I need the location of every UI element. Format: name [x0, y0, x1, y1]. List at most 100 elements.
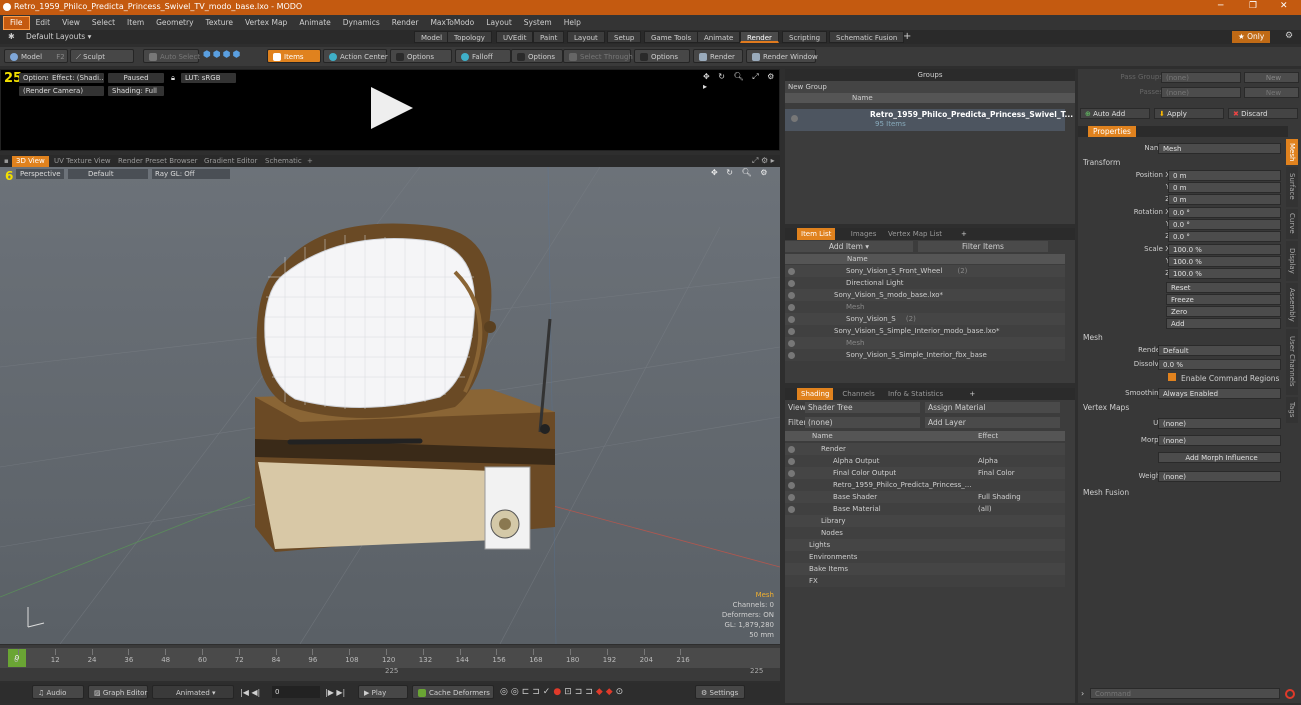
camera-dropdown[interactable]: (Render Camera) [19, 86, 104, 96]
cache-deformers-button[interactable]: Cache Deformers [412, 685, 494, 699]
visibility-icon[interactable] [788, 445, 795, 453]
menu-item[interactable]: Item [121, 15, 150, 30]
viewport-tab-render-preset-browser[interactable]: Render Preset Browser [114, 156, 202, 167]
shading-tab-info-statistics[interactable]: Info & Statistics [884, 388, 947, 400]
passes-dropdown[interactable]: (none) [1161, 87, 1241, 98]
layout-tab-topology[interactable]: Topology [447, 31, 492, 43]
next-key-icons[interactable]: |▶ ▶| [325, 688, 345, 697]
shading-tab-shading[interactable]: Shading [797, 388, 834, 400]
view-dropdown[interactable]: Shader Tree [805, 402, 920, 413]
shader-tree-row[interactable]: FX [785, 575, 1065, 587]
item-list-row[interactable]: Sony_Vision_S_Simple_Interior_fbx_base [785, 349, 1065, 361]
visibility-icon[interactable] [788, 315, 795, 323]
menu-layout[interactable]: Layout [480, 15, 518, 30]
render-window-button[interactable]: Render Window [746, 49, 818, 63]
zero-dropdown[interactable]: Zero [1166, 306, 1281, 317]
shader-tree-row[interactable]: Bake Items [785, 563, 1065, 575]
layout-tab-animate[interactable]: Animate [697, 31, 741, 43]
visibility-icon[interactable] [788, 481, 795, 489]
viewport-expand-icon[interactable]: ⤢ ⚙ ▸ [752, 156, 775, 166]
action-center-button[interactable]: Action Center [323, 49, 388, 63]
shader-tree-row[interactable]: Retro_1959_Philco_Predicta_Princess_... [785, 479, 1065, 491]
visibility-icon[interactable] [788, 351, 795, 359]
layout-tab-paint[interactable]: Paint [533, 31, 565, 43]
item-list-row[interactable]: Mesh [785, 337, 1065, 349]
shader-tree-row[interactable]: Library [785, 515, 1065, 527]
visibility-icon[interactable] [788, 303, 795, 311]
pos-field[interactable]: 0 m [1168, 194, 1281, 205]
options-button-3[interactable]: Options [634, 49, 690, 63]
rot-field[interactable]: 0.0 ° [1168, 231, 1281, 242]
morph-dropdown[interactable]: (none) [1158, 435, 1281, 446]
options-button-2[interactable]: Options [511, 49, 563, 63]
side-tab-tags[interactable]: Tags [1286, 397, 1298, 423]
render-view-controls[interactable]: ✥ ↻ 🔍︎ ⤢ ⚙ ▸ [703, 72, 779, 91]
new-pass-group-button[interactable]: New [1244, 72, 1299, 83]
side-tab-user-channels[interactable]: User Channels [1286, 328, 1298, 395]
layout-tab-render[interactable]: Render [740, 31, 779, 43]
visibility-icon[interactable] [788, 267, 795, 275]
add-item-button[interactable]: Add Item ▾ [785, 241, 913, 252]
layout-tab-model[interactable]: Model [414, 31, 450, 43]
play-button[interactable]: ▶ Play [358, 685, 408, 699]
render-preview[interactable]: 25 Options Effect: (Shadi... Paused 🔒︎ L… [0, 69, 780, 151]
add-dropdown[interactable]: Add [1166, 318, 1281, 329]
menu-view[interactable]: View [56, 15, 86, 30]
shader-tree-row[interactable]: Base Shader Full Shading [785, 491, 1065, 503]
menu-edit[interactable]: Edit [30, 15, 57, 30]
new-pass-button[interactable]: New [1244, 87, 1299, 98]
item-list-row[interactable]: Sony_Vision_S_Simple_Interior_modo_base.… [785, 325, 1065, 337]
menu-help[interactable]: Help [558, 15, 587, 30]
visibility-icon[interactable] [788, 505, 795, 513]
only-toggle[interactable]: ★ Only [1232, 31, 1271, 43]
visibility-icon[interactable] [788, 469, 795, 477]
side-tab-curve[interactable]: Curve [1286, 208, 1298, 239]
side-tab-mesh[interactable]: Mesh [1286, 139, 1298, 165]
record-macro-icon[interactable] [1285, 689, 1295, 699]
menu-texture[interactable]: Texture [200, 15, 239, 30]
menu-dynamics[interactable]: Dynamics [337, 15, 386, 30]
auto-select-button[interactable]: Auto Select [143, 49, 200, 63]
pin-icon[interactable]: ✱ [8, 32, 15, 41]
apply-button[interactable]: ⬇ Apply [1154, 108, 1224, 119]
enable-command-checkbox[interactable] [1168, 373, 1176, 381]
menu-render[interactable]: Render [386, 15, 425, 30]
viewport-tab-gradient-editor[interactable]: Gradient Editor [200, 156, 261, 167]
shader-tree-row[interactable]: Lights [785, 539, 1065, 551]
play-icon[interactable] [369, 85, 415, 131]
menu-select[interactable]: Select [86, 15, 121, 30]
render-dropdown[interactable]: Default [1158, 345, 1281, 356]
visibility-icon[interactable] [788, 457, 795, 465]
shader-tree-row[interactable]: Environments [785, 551, 1065, 563]
group-row[interactable]: Retro_1959_Philco_Predicta_Princess_Swiv… [785, 109, 1073, 131]
audio-button[interactable]: ♫ Audio [32, 685, 84, 699]
layout-tab-setup[interactable]: Setup [607, 31, 642, 43]
effect-dropdown[interactable]: Effect: (Shadi... [48, 73, 104, 83]
record-key-icons[interactable]: ◎◎⊏⊐✓●⊡⊐⊐◆◆⊙ [500, 687, 626, 697]
shading-add-tab-icon[interactable]: + [969, 388, 975, 400]
shading-tab-channels[interactable]: Channels [838, 388, 878, 400]
side-tab-surface[interactable]: Surface [1286, 167, 1298, 207]
selection-mode-icons[interactable]: ⬢⬢⬢⬢ [203, 50, 242, 60]
freeze-dropdown[interactable]: Freeze [1166, 294, 1281, 305]
item-list-row[interactable]: Mesh [785, 301, 1065, 313]
item-list-row[interactable]: Sony_Vision_S_modo_base.lxo* [785, 289, 1065, 301]
timeline[interactable]: 0 225 225 0 12 24 36 48 60 72 84 96 108 120 132 144 1… [0, 645, 780, 681]
item-list-row[interactable]: Directional Light [785, 277, 1065, 289]
lut-dropdown[interactable]: LUT: sRGB [181, 73, 236, 83]
pass-groups-dropdown[interactable]: (none) [1161, 72, 1241, 83]
add-morph-button[interactable]: Add Morph Influence [1158, 452, 1281, 463]
visibility-icon[interactable] [788, 339, 795, 347]
animated-dropdown[interactable]: Animated ▾ [152, 685, 234, 699]
frame-field[interactable]: 0 [272, 686, 320, 698]
item-list-tab-item-list[interactable]: Item List [797, 228, 836, 240]
rot-field[interactable]: 0.0 ° [1168, 207, 1281, 218]
lock-icon[interactable]: 🔒︎ [171, 73, 175, 83]
menu-vertex-map[interactable]: Vertex Map [239, 15, 293, 30]
viewport-tab-uv-texture-view[interactable]: UV Texture View [50, 156, 115, 167]
smoothing-dropdown[interactable]: Always Enabled [1158, 388, 1281, 399]
viewport-tab-3d-view[interactable]: 3D View [12, 156, 49, 167]
options-button-1[interactable]: Options [390, 49, 452, 63]
shader-tree-row[interactable]: Alpha Output Alpha [785, 455, 1065, 467]
render-button[interactable]: Render [693, 49, 743, 63]
